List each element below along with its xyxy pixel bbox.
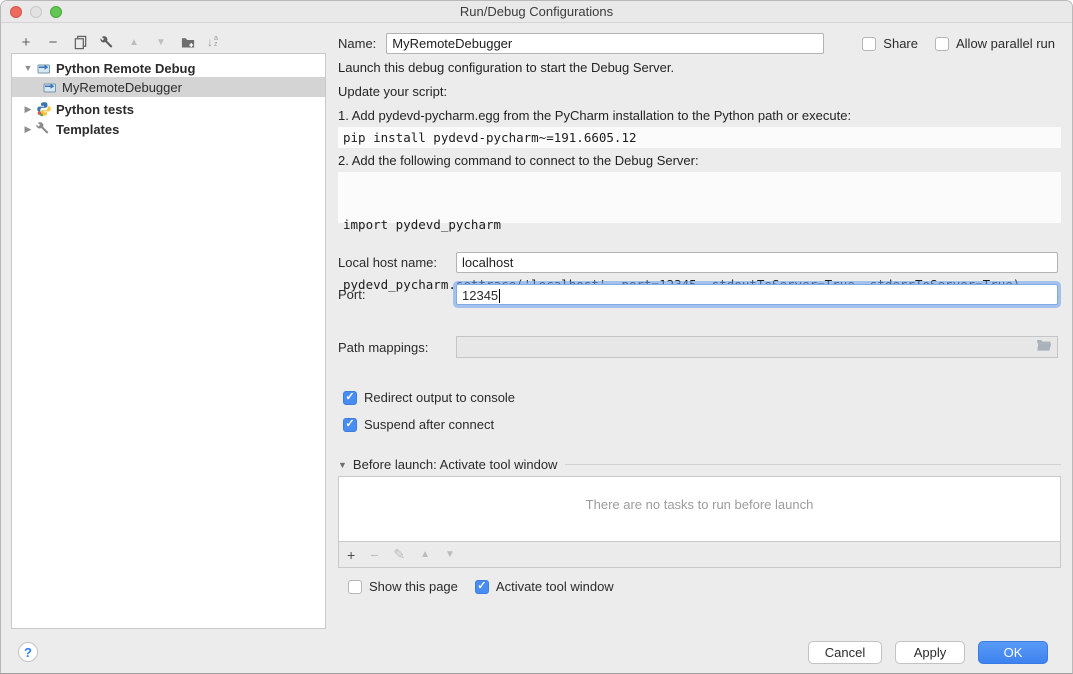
wrench-icon: [36, 121, 52, 137]
redirect-output-label: Redirect output to console: [364, 390, 515, 405]
title-bar: Run/Debug Configurations: [1, 1, 1072, 23]
suspend-after-connect-row: ✓ Suspend after connect: [343, 417, 494, 432]
instruction-step-1: 1. Add pydevd-pycharm.egg from the PyCha…: [338, 108, 851, 123]
share-label: Share: [883, 36, 918, 51]
before-launch-task-list: There are no tasks to run before launch: [338, 476, 1061, 542]
name-input[interactable]: [386, 33, 824, 54]
local-host-input[interactable]: [456, 252, 1058, 273]
path-mappings-label: Path mappings:: [338, 340, 456, 355]
tree-item-python-remote-debug[interactable]: ▼ Python Remote Debug: [12, 58, 325, 78]
browse-folder-icon[interactable]: [1036, 339, 1052, 355]
footer-buttons: Cancel Apply OK: [808, 641, 1048, 664]
python-tests-icon: [36, 101, 52, 117]
settrace-code: import pydevd_pycharm pydevd_pycharm.set…: [338, 172, 1061, 223]
move-up-icon: ▲: [126, 34, 142, 50]
before-launch-header[interactable]: ▼ Before launch: Activate tool window: [338, 457, 1061, 472]
redirect-output-checkbox[interactable]: ✓: [343, 391, 357, 405]
tree-item-templates[interactable]: ▶ Templates: [12, 119, 325, 139]
tree-item-label: Python tests: [56, 102, 134, 117]
page-options-row: Show this page ✓ Activate tool window: [348, 579, 614, 594]
window-controls: [10, 6, 62, 18]
suspend-after-connect-checkbox[interactable]: ✓: [343, 418, 357, 432]
copy-configuration-icon[interactable]: [72, 34, 88, 50]
instruction-line-2: Update your script:: [338, 84, 447, 99]
suspend-after-connect-label: Suspend after connect: [364, 417, 494, 432]
activate-tool-window-label: Activate tool window: [496, 579, 614, 594]
local-host-label: Local host name:: [338, 255, 456, 270]
remote-debug-icon: [36, 60, 52, 76]
local-host-row: Local host name:: [338, 252, 1058, 273]
name-label: Name:: [338, 36, 376, 51]
tree-item-label: Python Remote Debug: [56, 61, 195, 76]
text-caret: [499, 289, 500, 303]
name-row: Name: Share Allow parallel run: [338, 33, 1062, 54]
before-launch-toolbar: + − ✎ ▲ ▼: [338, 541, 1061, 568]
instruction-line-1: Launch this debug configuration to start…: [338, 60, 674, 75]
run-debug-configurations-dialog: Run/Debug Configurations + − ▲ ▼ ↓: [0, 0, 1073, 674]
before-launch-title: Before launch: Activate tool window: [353, 457, 558, 472]
collapsed-twistie-icon[interactable]: ▶: [22, 124, 34, 135]
share-checkbox[interactable]: [862, 37, 876, 51]
path-mappings-row: Path mappings:: [338, 336, 1058, 358]
help-icon: ?: [24, 645, 32, 660]
port-input[interactable]: 12345: [456, 284, 1058, 305]
remote-debug-icon: [42, 79, 58, 95]
move-task-up-icon: ▲: [420, 549, 430, 560]
tree-item-label: Templates: [56, 122, 119, 137]
pip-install-code: pip install pydevd-pycharm~=191.6605.12: [338, 127, 1061, 148]
configurations-tree: ▼ Python Remote Debug MyRemoteDebugger: [11, 53, 326, 629]
tree-item-myremotedebugger[interactable]: MyRemoteDebugger: [12, 77, 325, 97]
sort-configurations-icon[interactable]: ↓ az: [207, 35, 218, 49]
minimize-window-button: [30, 6, 42, 18]
new-folder-icon[interactable]: [180, 34, 196, 50]
before-launch-empty-text: There are no tasks to run before launch: [339, 497, 1060, 512]
add-configuration-icon[interactable]: +: [18, 34, 34, 50]
show-this-page-label: Show this page: [369, 579, 458, 594]
tree-item-python-tests[interactable]: ▶ Python tests: [12, 99, 325, 119]
activate-tool-window-checkbox[interactable]: ✓: [475, 580, 489, 594]
window-title: Run/Debug Configurations: [1, 1, 1072, 22]
ok-button[interactable]: OK: [978, 641, 1048, 664]
collapsed-twistie-icon[interactable]: ▶: [22, 104, 34, 115]
configurations-toolbar: + − ▲ ▼ ↓ az: [18, 33, 218, 51]
path-mappings-input: [456, 336, 1058, 358]
show-this-page-checkbox[interactable]: [348, 580, 362, 594]
move-down-icon: ▼: [153, 34, 169, 50]
edit-templates-icon[interactable]: [99, 34, 115, 50]
expanded-twistie-icon[interactable]: ▼: [22, 63, 34, 73]
expanded-twistie-icon[interactable]: ▼: [338, 460, 347, 470]
help-button[interactable]: ?: [18, 642, 38, 662]
remove-configuration-icon[interactable]: −: [45, 34, 61, 50]
cancel-button[interactable]: Cancel: [808, 641, 882, 664]
add-task-icon[interactable]: +: [347, 547, 355, 563]
instruction-step-2: 2. Add the following command to connect …: [338, 153, 699, 168]
port-value: 12345: [462, 288, 498, 303]
tree-item-label: MyRemoteDebugger: [62, 80, 182, 95]
port-label: Port:: [338, 287, 456, 302]
apply-button[interactable]: Apply: [895, 641, 965, 664]
zoom-window-button[interactable]: [50, 6, 62, 18]
move-task-down-icon: ▼: [445, 549, 455, 560]
allow-parallel-run-label: Allow parallel run: [956, 36, 1055, 51]
settrace-code-line-1: import pydevd_pycharm: [343, 215, 1061, 235]
allow-parallel-run-checkbox[interactable]: [935, 37, 949, 51]
close-window-button[interactable]: [10, 6, 22, 18]
port-row: Port: 12345: [338, 284, 1058, 305]
edit-task-icon: ✎: [393, 546, 405, 563]
section-divider: [565, 464, 1061, 465]
remove-task-icon: −: [370, 547, 378, 563]
redirect-output-row: ✓ Redirect output to console: [343, 390, 515, 405]
